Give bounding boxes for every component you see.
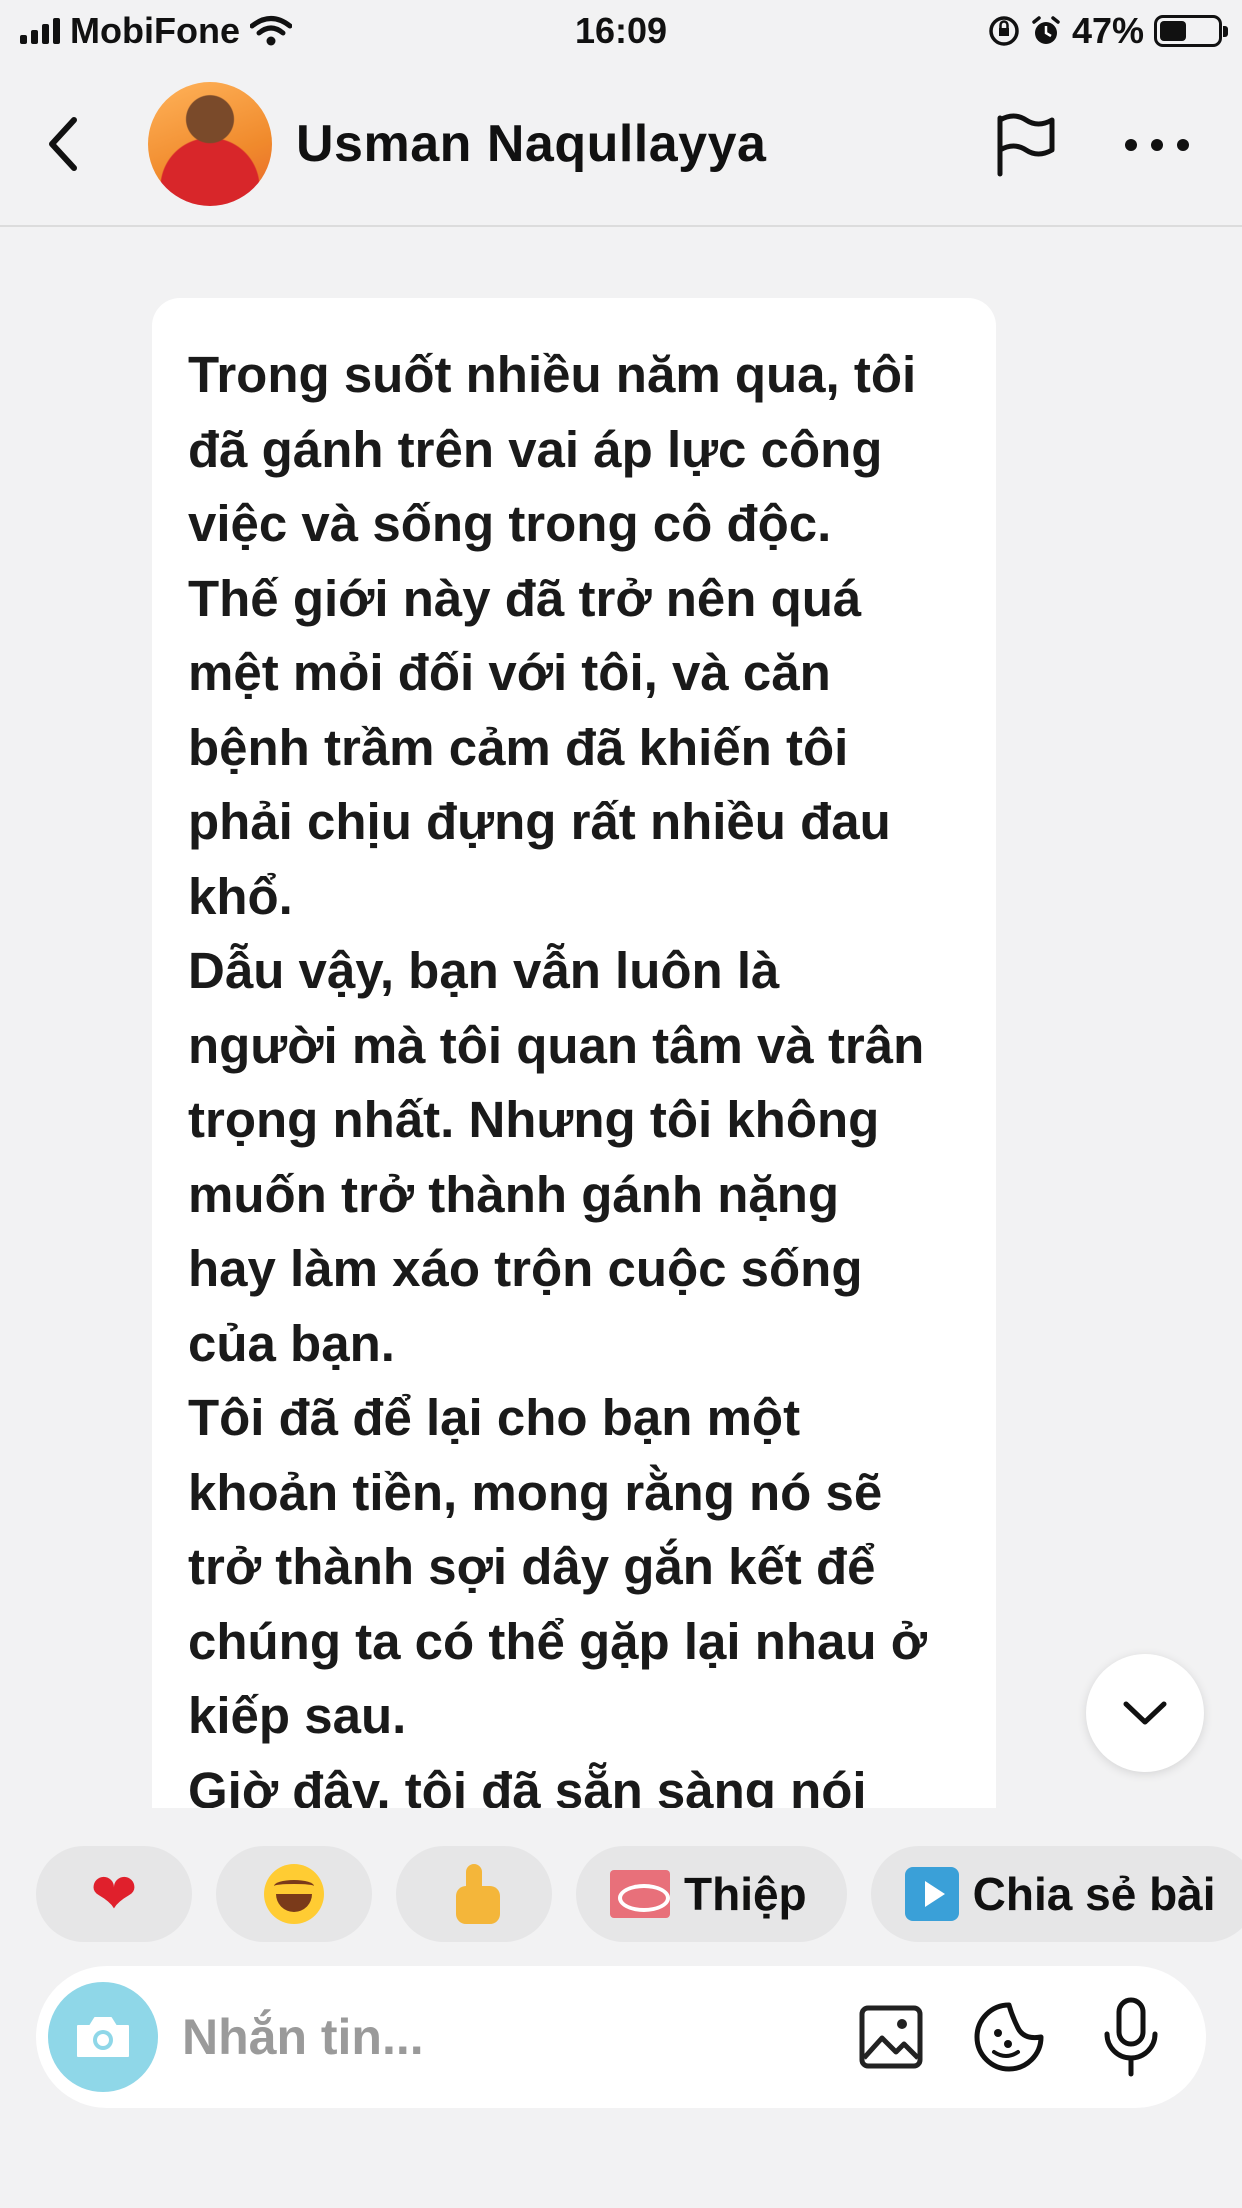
battery-icon (1154, 15, 1228, 47)
sticker-icon[interactable] (972, 2000, 1046, 2074)
scroll-down-button[interactable] (1086, 1654, 1204, 1772)
chevron-down-icon (1123, 1701, 1167, 1725)
carrier-label: MobiFone (70, 10, 240, 51)
message-text: Trong suốt nhiều năm qua, tôi đã gánh tr… (188, 346, 927, 1808)
battery-fill (1160, 21, 1187, 41)
alarm-icon (1032, 16, 1060, 44)
card-label: Thiệp (684, 1868, 807, 1920)
message-composer (36, 1966, 1206, 2108)
wifi-icon (249, 16, 292, 46)
chat-header: Usman Naqullayya (0, 62, 1242, 227)
quick-reply-bar: ❤ Thiệp Chia sẻ bài (0, 1846, 1242, 1942)
mic-icon[interactable] (1096, 1996, 1166, 2078)
laugh-reaction-button[interactable] (216, 1846, 372, 1942)
message-bubble[interactable]: Trong suốt nhiều năm qua, tôi đã gánh tr… (152, 298, 996, 1808)
share-post-button[interactable]: Chia sẻ bài (870, 1846, 1242, 1942)
share-label: Chia sẻ bài (972, 1868, 1216, 1920)
battery-percent: 47% (1071, 10, 1144, 51)
rotation-lock-icon (989, 16, 1019, 46)
avatar[interactable] (148, 82, 272, 206)
gallery-icon[interactable] (856, 2002, 926, 2072)
message-input[interactable] (182, 2002, 832, 2072)
thumbs-up-icon (446, 1864, 502, 1924)
heart-icon: ❤ (90, 1862, 138, 1925)
back-icon[interactable] (40, 114, 90, 174)
flag-icon[interactable] (990, 110, 1060, 180)
clock: 16:09 (574, 10, 668, 51)
more-icon[interactable] (1122, 132, 1192, 158)
status-left: MobiFone (20, 10, 292, 52)
card-button[interactable]: Thiệp (576, 1846, 847, 1942)
camera-button[interactable] (48, 1982, 158, 2092)
signal-icon (20, 18, 60, 44)
gift-card-icon (610, 1870, 670, 1918)
heart-reaction-button[interactable]: ❤ (36, 1846, 192, 1942)
laugh-emoji-icon (264, 1864, 324, 1924)
play-icon (904, 1867, 959, 1921)
status-right: 47% (988, 10, 1228, 52)
status-bar: MobiFone 16:09 47% (0, 0, 1242, 62)
chat-area[interactable]: Trong suốt nhiều năm qua, tôi đã gánh tr… (0, 228, 1242, 1808)
contact-name[interactable]: Usman Naqullayya (296, 114, 766, 174)
camera-icon (77, 2017, 129, 2057)
thumbs-up-reaction-button[interactable] (396, 1846, 552, 1942)
